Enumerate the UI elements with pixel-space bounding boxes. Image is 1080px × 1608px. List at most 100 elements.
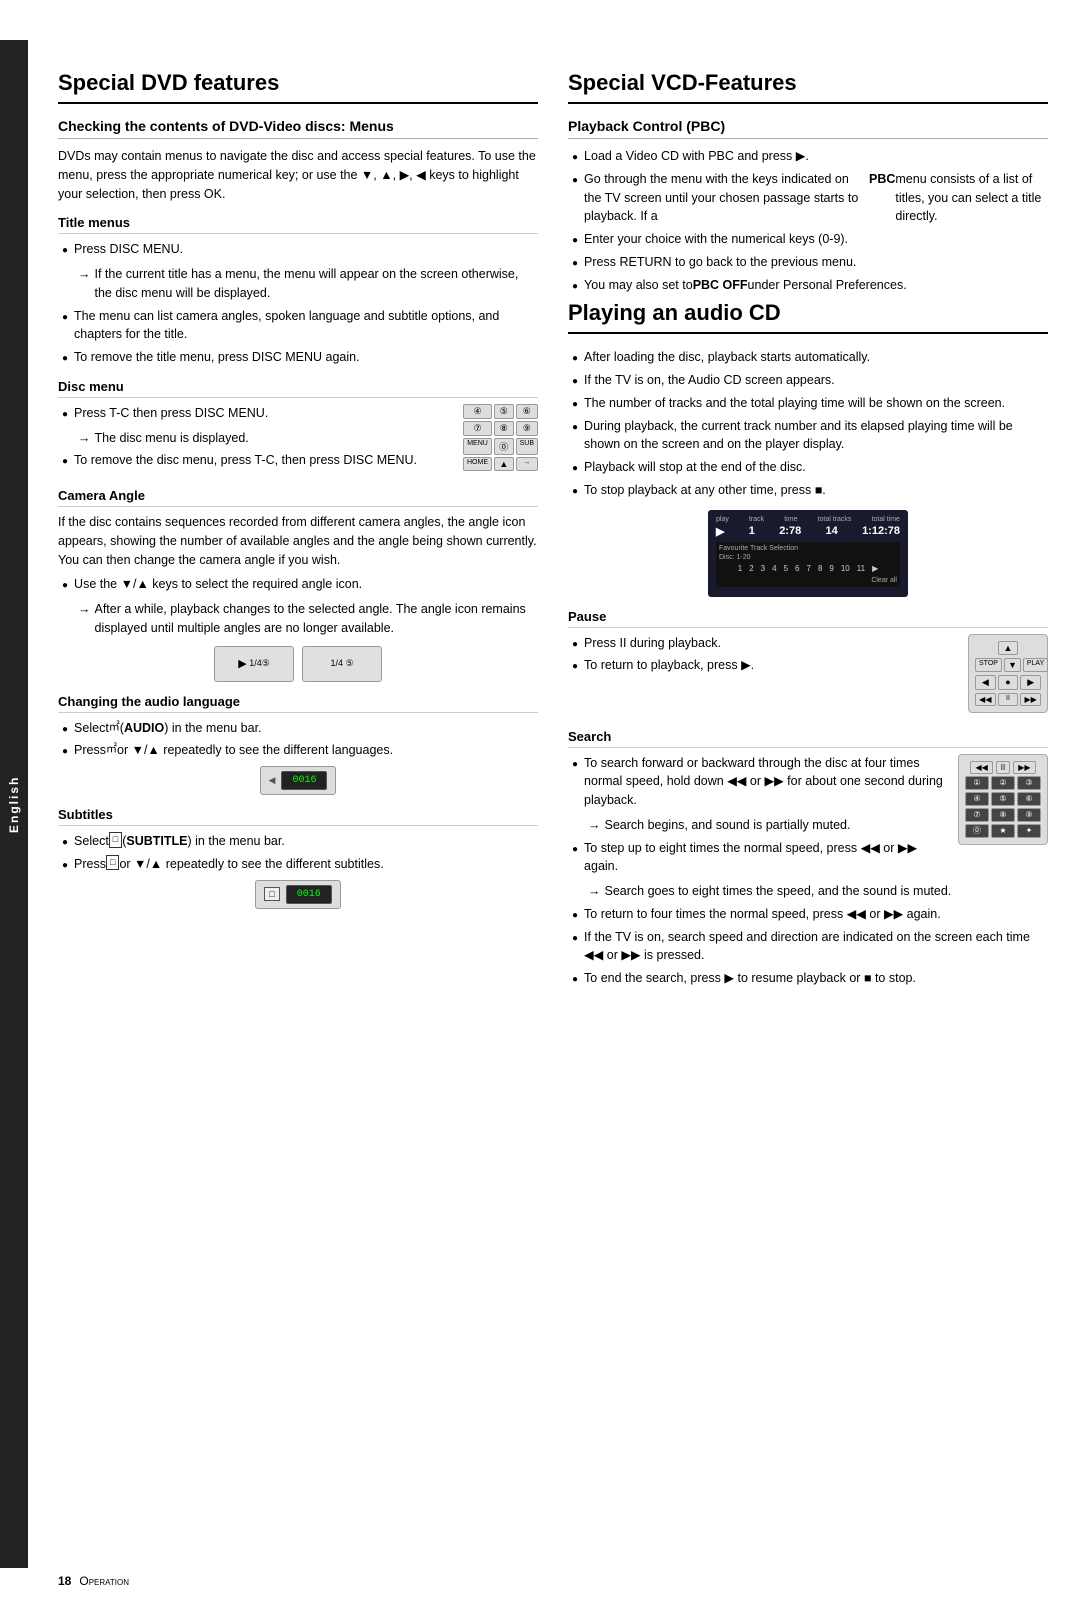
audio-cd-title: Playing an audio CD [568,300,1048,334]
sr-k1: ① [965,776,989,790]
key-6: ⑥ [516,404,538,419]
footer-operation-label: Operation [79,1574,129,1588]
list-item: To return to four times the normal speed… [568,905,1048,924]
key-ff: ▶▶ [1020,693,1041,706]
disc-menu-title: Disc menu [58,379,538,398]
list-item: To stop playback at any other time, pres… [568,481,1048,500]
key-center-btn: ● [998,675,1019,690]
key-stop: STOP [975,658,1002,672]
track-11: 11 [855,563,867,574]
track-next: ▶ [870,563,880,574]
list-item: Press RETURN to go back to the previous … [568,253,1048,272]
sr-kb: ★ [991,824,1015,838]
sr-kc: ✦ [1017,824,1041,838]
arrow-item: The disc menu is displayed. [58,429,453,448]
sidebar-language-label: English [0,40,28,1568]
left-column: Special DVD features Checking the conten… [58,70,538,1548]
track-9: 9 [827,563,835,574]
sr-k2: ② [991,776,1015,790]
arrow-item-search2: Search goes to eight times the speed, an… [568,882,1048,901]
camera-angle-section: Camera Angle If the disc contains sequen… [58,488,538,682]
vcd-features-title: Special VCD-Features [568,70,1048,104]
list-item: Press T-C then press DISC MENU. [58,404,453,423]
key-pause-btn: II [998,693,1019,706]
lcd-total-tracks-val: 14 [826,525,838,538]
subtitle-display: 0016 [286,885,332,904]
lcd-total-time-label: total time [872,516,900,523]
list-item: Press DISC MENU. [58,240,538,259]
right-column: Special VCD-Features Playback Control (P… [568,70,1048,1548]
lcd-track-val: 1 [749,525,755,538]
key-up-btn: ▲ [998,641,1019,655]
title-menus-list2: The menu can list camera angles, spoken … [58,307,538,367]
camera-angle-images: ▶ 1/4⑤ 1/4 ⑤ [58,646,538,682]
camera-angle-title: Camera Angle [58,488,538,507]
track-4: 4 [770,563,778,574]
key-5: ⑤ [494,404,514,419]
subtitle-image: □ 0016 [58,880,538,909]
track-row: 1 2 3 4 5 6 7 8 9 10 11 ▶ [719,563,897,574]
checking-title: Checking the contents of DVD-Video discs… [58,118,538,139]
disc-menu-section: Disc menu ④ ⑤ ⑥ ⑦ ⑧ ⑨ MENU ⓪ SUB HOME [58,379,538,476]
sr-k9: ⑨ [1017,808,1041,822]
key-up: ▲ [494,457,514,471]
list-item: During playback, the current track numbe… [568,417,1048,455]
list-item: Press ㎡ or ▼/▲ repeatedly to see the dif… [58,741,538,760]
track-10: 10 [839,563,852,574]
key-right: → [516,457,538,471]
key-rw: ◀◀ [975,693,996,706]
list-item: Load a Video CD with PBC and press ▶. [568,147,1048,166]
cam-img-1: ▶ 1/4⑤ [214,646,294,682]
sr-k5: ⑤ [991,792,1015,806]
disc-label: Disc: 1-20 [719,554,897,561]
clear-label: Clear all [719,577,897,584]
track-5: 5 [782,563,790,574]
camera-angle-list: Use the ▼/▲ keys to select the required … [58,575,538,594]
sr-ka: ⓪ [965,824,989,838]
list-item: To end the search, press ▶ to resume pla… [568,969,1048,988]
subtitles-list: Select □ (SUBTITLE) in the menu bar. Pre… [58,832,538,874]
list-item: Enter your choice with the numerical key… [568,230,1048,249]
sr-k7: ⑦ [965,808,989,822]
list-item: Press □ or ▼/▲ repeatedly to see the dif… [58,855,538,874]
key-home: HOME [463,457,492,471]
list-item: Select □ (SUBTITLE) in the menu bar. [58,832,538,851]
subtitles-title: Subtitles [58,807,538,826]
key-left-btn: ◀ [975,675,996,690]
audio-language-section: Changing the audio language Select ㎡ (AU… [58,694,538,796]
list-item: If the TV is on, search speed and direct… [568,928,1048,966]
arrow-item: If the current title has a menu, the men… [58,265,538,303]
arrow-item-search1: Search begins, and sound is partially mu… [568,816,948,835]
key-0: ⓪ [494,438,514,455]
key-right-btn: ▶ [1020,675,1041,690]
page-footer: 18 Operation [28,1574,1080,1588]
list-item: You may also set to PBC OFF under Person… [568,276,1048,295]
list-item: Playback will stop at the end of the dis… [568,458,1048,477]
audio-display: 0016 [281,771,327,790]
search-remote-image: ◀◀ II ▶▶ ① ② ③ ④ ⑤ ⑥ [958,754,1048,845]
lcd-total-time-val: 1:12:78 [862,525,900,538]
key-9: ⑨ [516,421,538,436]
list-item: To step up to eight times the normal spe… [568,839,948,877]
checking-section: Checking the contents of DVD-Video discs… [58,118,538,203]
lcd-total-tracks-label: total tracks [818,516,852,523]
list-item: To return to playback, press ▶. [568,656,958,675]
subtitles-section: Subtitles Select □ (SUBTITLE) in the men… [58,807,538,909]
track-2: 2 [747,563,755,574]
camera-angle-body: If the disc contains sequences recorded … [58,513,538,569]
audio-language-title: Changing the audio language [58,694,538,713]
fav-label: Favourite Track Selection [719,545,897,552]
audio-language-list: Select ㎡ (AUDIO) in the menu bar. Press … [58,719,538,761]
list-item: To remove the title menu, press DISC MEN… [58,348,538,367]
audio-cd-lcd: play track time total tracks total time … [708,510,908,597]
dvd-features-title: Special DVD features [58,70,538,104]
pause-title: Pause [568,609,1048,628]
title-menus-title: Title menus [58,215,538,234]
track-1: 1 [736,563,744,574]
lcd-play-val: ▶ [716,525,724,538]
sr-k8: ⑧ [991,808,1015,822]
list-item: Press II during playback. [568,634,958,653]
key-menu: MENU [463,438,492,455]
list-item: The number of tracks and the total playi… [568,394,1048,413]
track-selector: Favourite Track Selection Disc: 1-20 1 2… [716,542,900,587]
